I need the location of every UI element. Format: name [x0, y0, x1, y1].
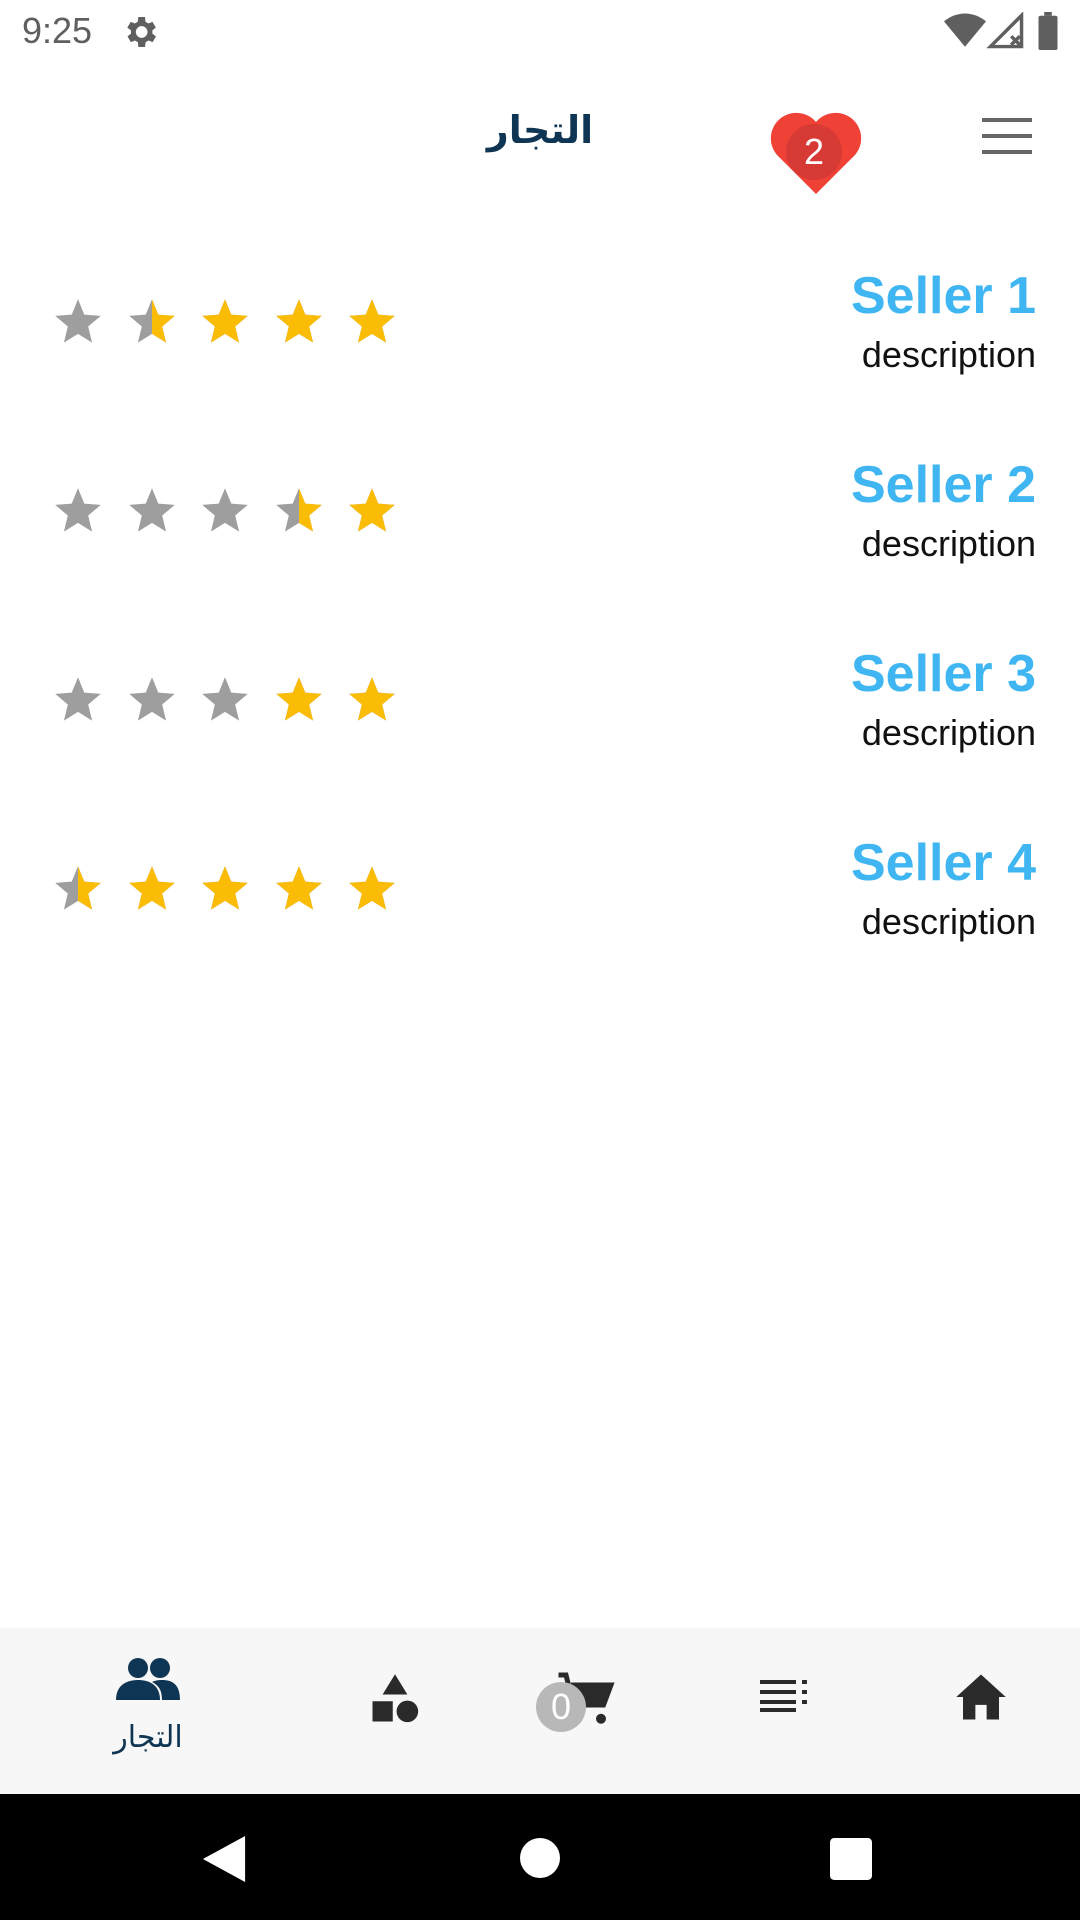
list-icon — [760, 1680, 807, 1712]
menu-icon[interactable] — [982, 118, 1032, 154]
star-filled-icon — [349, 677, 395, 721]
star-empty-icon — [128, 677, 175, 721]
star-filled-icon — [349, 866, 395, 910]
star-empty-icon — [128, 488, 175, 532]
seller-name: Seller 3 — [850, 645, 1036, 703]
seller-name: Seller 1 — [850, 267, 1036, 325]
seller-description: description — [861, 712, 1036, 753]
page-title: التجار — [486, 110, 594, 152]
star-half-icon — [55, 866, 101, 910]
star-filled-icon — [349, 488, 395, 532]
star-empty-icon — [202, 488, 248, 532]
seller-description: description — [861, 901, 1036, 942]
settings-gear-icon — [127, 17, 156, 47]
home-circle-icon[interactable] — [520, 1838, 560, 1878]
star-empty-icon — [202, 677, 248, 721]
rating-stars — [52, 485, 412, 545]
back-icon[interactable] — [202, 1836, 246, 1882]
star-empty-icon — [55, 488, 101, 532]
system-navigation-bar — [0, 1794, 1080, 1920]
star-filled-icon — [349, 299, 395, 343]
seller-row[interactable]: Seller 3 description — [0, 618, 1080, 807]
nav-item-list[interactable] — [744, 1628, 824, 1794]
star-half-icon — [128, 299, 175, 343]
star-empty-icon — [55, 677, 101, 721]
rating-stars — [52, 674, 412, 734]
nav-item-sellers[interactable]: التجار — [90, 1628, 206, 1794]
home-icon — [956, 1674, 1006, 1720]
status-time: 9:25 — [22, 10, 93, 51]
favorites-count-badge: 2 — [786, 124, 842, 180]
star-filled-icon — [202, 866, 248, 910]
recents-icon[interactable] — [830, 1838, 872, 1880]
star-filled-icon — [275, 677, 322, 721]
star-filled-icon — [202, 299, 248, 343]
seller-row[interactable]: Seller 1 description — [0, 240, 1080, 429]
seller-name: Seller 2 — [850, 456, 1036, 514]
wifi-icon — [944, 13, 986, 47]
nav-item-categories[interactable] — [356, 1628, 436, 1794]
signal-icon — [986, 12, 1024, 49]
seller-description: description — [861, 334, 1036, 375]
nav-label: التجار — [113, 1721, 183, 1754]
seller-row[interactable]: Seller 2 description — [0, 429, 1080, 618]
star-empty-icon — [55, 299, 101, 343]
people-icon — [116, 1658, 180, 1700]
seller-name: Seller 4 — [850, 834, 1036, 892]
star-filled-icon — [128, 866, 175, 910]
cart-count-badge: 0 — [536, 1682, 586, 1732]
categories-icon — [372, 1674, 419, 1723]
star-filled-icon — [275, 299, 322, 343]
star-filled-icon — [275, 866, 322, 910]
battery-icon — [1038, 12, 1058, 50]
rating-stars — [52, 863, 412, 923]
rating-stars — [52, 296, 412, 356]
status-bar — [0, 0, 1080, 64]
star-half-icon — [275, 488, 322, 532]
seller-row[interactable]: Seller 4 description — [0, 807, 1080, 996]
seller-description: description — [861, 523, 1036, 564]
nav-item-home[interactable] — [940, 1628, 1020, 1794]
